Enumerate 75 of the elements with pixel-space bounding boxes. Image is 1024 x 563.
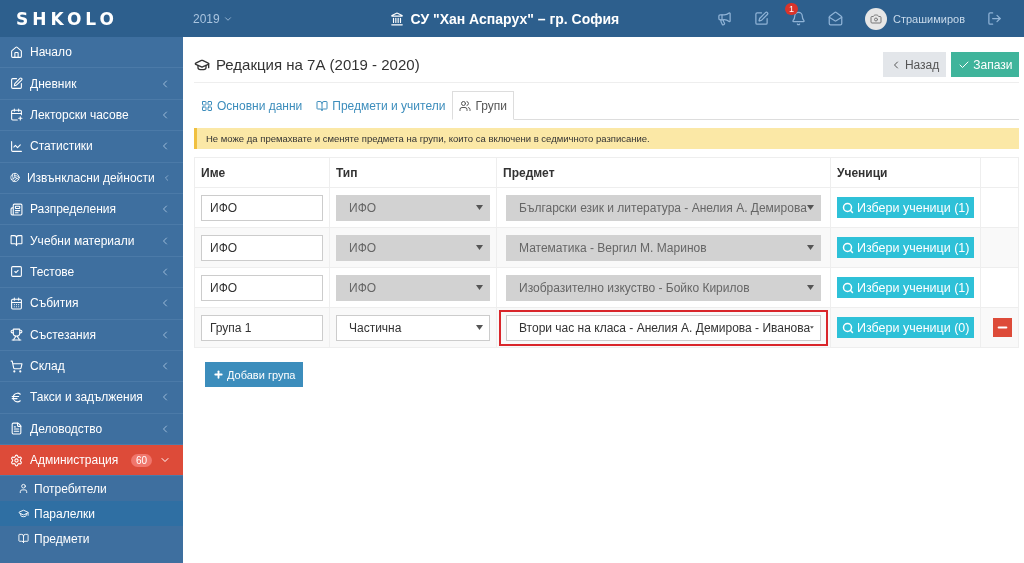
menu-icon (18, 533, 29, 545)
sidebar-item[interactable]: Администрация 60 (0, 445, 183, 477)
caret-down-icon (807, 245, 814, 250)
notification-badge: 1 (785, 3, 799, 15)
edit-icon[interactable] (754, 11, 769, 26)
menu-icon (10, 391, 23, 404)
sidebar-item[interactable]: Състезания (0, 319, 183, 351)
search-icon (842, 201, 854, 214)
menu-icon (10, 234, 23, 248)
caret-down-icon (476, 245, 483, 250)
column-header: Ученици (830, 157, 981, 188)
warning-message: Не може да премахвате и сменяте предмета на групи, които са включени в седмичното разписание. (194, 128, 1020, 149)
menu-icon (10, 45, 23, 59)
tab-icon (201, 100, 213, 112)
menu-icon (10, 328, 23, 342)
remove-button[interactable] (993, 318, 1013, 337)
sidebar-item[interactable]: Такси и задължения (0, 382, 183, 414)
column-header: Предмет (496, 157, 831, 188)
school-title: СУ "Хан Аспарух" – гр. София (410, 10, 620, 27)
submenu-item[interactable]: Потребители (0, 476, 183, 502)
sidebar-item[interactable]: Лекторски часове (0, 99, 183, 132)
search-icon (842, 241, 854, 254)
sidebar-item[interactable]: Извънкласни дейности (0, 162, 183, 194)
menu-icon (18, 483, 29, 495)
menu-icon (10, 453, 23, 467)
menu-icon (10, 296, 23, 310)
add-group-button[interactable]: Добави група (205, 362, 304, 387)
submenu-item[interactable]: Предмети (0, 526, 183, 552)
menu-icon (10, 265, 23, 279)
search-icon (842, 321, 854, 334)
mail-icon[interactable] (828, 11, 843, 26)
name-field[interactable]: Група 1 (201, 314, 323, 341)
back-button[interactable]: Назад (882, 52, 947, 77)
column-header: Име (194, 157, 330, 188)
caret-down-icon (476, 325, 483, 330)
subject-select[interactable]: Втори час на класа - Анелия А. Демирова - Иванова (506, 314, 821, 341)
submenu-item[interactable]: Паралелки (0, 501, 183, 527)
caret-down-icon (810, 325, 814, 330)
caret-down-icon (476, 285, 483, 290)
tab[interactable]: Групи (452, 91, 514, 120)
menu-icon (10, 77, 23, 91)
sidebar-item[interactable]: Учебни материали (0, 225, 183, 257)
menu-icon (18, 508, 29, 520)
sidebar-item[interactable]: Събития (0, 288, 183, 320)
sidebar-item[interactable]: Дневник (0, 68, 183, 100)
menu-icon (10, 171, 20, 185)
search-icon (842, 281, 854, 294)
plus-icon (213, 369, 224, 380)
menu-icon (10, 422, 23, 436)
avatar-icon[interactable] (865, 7, 887, 30)
tab-icon (316, 100, 329, 112)
page-title: Редакция на 7А (2019 - 2020) (216, 56, 420, 73)
bell-icon[interactable] (791, 11, 806, 26)
sidebar-item[interactable]: Склад (0, 350, 183, 383)
building-icon (390, 11, 405, 26)
logo[interactable]: SHKOLO (16, 8, 118, 29)
sidebar-item[interactable]: Тестове (0, 256, 183, 289)
user-name[interactable]: Страшимиров (893, 12, 965, 25)
caret-down-icon (807, 285, 814, 290)
year-selector[interactable]: 2019 (183, 11, 233, 26)
logout-icon[interactable] (987, 11, 1002, 26)
sidebar-item[interactable]: Разпределения (0, 193, 183, 226)
sidebar-item[interactable]: Начало (0, 37, 183, 69)
menu-icon (10, 359, 23, 373)
caret-down-icon (807, 205, 814, 210)
type-select[interactable]: Частична (336, 314, 490, 341)
count-badge: 60 (130, 453, 152, 467)
sidebar-item[interactable]: Статистики (0, 131, 183, 163)
menu-icon (10, 139, 23, 153)
caret-down-icon (476, 205, 483, 210)
menu-icon (10, 202, 23, 216)
column-header: Тип (329, 157, 497, 188)
menu-icon (10, 108, 23, 122)
tab-icon (459, 99, 472, 112)
megaphone-icon[interactable] (717, 11, 732, 26)
